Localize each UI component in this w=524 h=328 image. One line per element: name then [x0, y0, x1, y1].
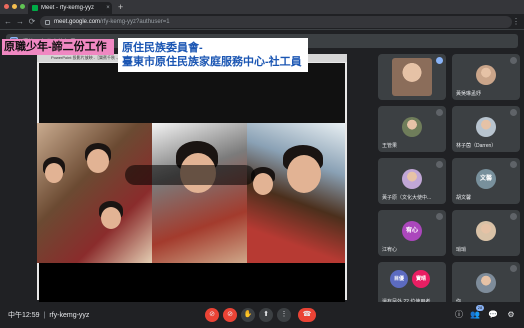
slide-controls-overlay[interactable] — [125, 165, 255, 185]
new-tab-button[interactable]: + — [118, 2, 123, 13]
avatar — [476, 65, 496, 85]
avatar: 宥心 — [402, 221, 422, 241]
raise-hand-button[interactable]: ✋ — [241, 308, 255, 322]
mic-off-icon — [510, 57, 517, 64]
avatar — [402, 117, 422, 137]
tab-close-icon[interactable]: × — [104, 5, 112, 11]
leave-call-button[interactable]: ☎ — [298, 308, 316, 322]
window-controls[interactable] — [4, 4, 25, 9]
maximize-window-icon[interactable] — [20, 4, 25, 9]
browser-tab[interactable]: Meet - rfy-kemg-yyz × — [28, 2, 112, 14]
mic-off-icon — [510, 109, 517, 116]
avatar — [476, 221, 496, 241]
participant-name: 黃吳琳孟妤 — [456, 91, 482, 97]
slide-photo-left — [37, 123, 153, 263]
present-now-button[interactable]: ⬆ — [259, 308, 273, 322]
mic-off-icon — [436, 213, 443, 220]
mic-toggle-button[interactable]: ⊘ — [205, 308, 219, 322]
avatar — [402, 169, 422, 189]
mic-off-icon — [436, 109, 443, 116]
lock-icon — [45, 19, 50, 25]
avatar — [476, 117, 496, 137]
url-path: /rfy-kemg-yyz?authuser=1 — [100, 19, 170, 25]
slide-right-title-line2: 臺東市原住民族家庭服務中心-社工員 — [122, 56, 302, 68]
meet-favicon-icon — [32, 5, 38, 11]
participant-name: 琑琑 — [456, 247, 467, 253]
slide-photo-right — [247, 123, 345, 263]
tab-title: Meet - rfy-kemg-yyz — [41, 5, 95, 11]
speaking-indicator-icon — [436, 57, 443, 64]
minimize-window-icon[interactable] — [12, 4, 17, 9]
person-face — [101, 207, 121, 229]
participant-tile[interactable]: 文馨 胡文馨 — [452, 158, 520, 204]
avatar — [476, 273, 496, 293]
participant-tile[interactable]: 宥心 江宥心 — [378, 210, 446, 256]
mic-off-icon — [510, 213, 517, 220]
mic-off-icon — [510, 161, 517, 168]
more-options-button[interactable]: ⋮ — [277, 308, 291, 322]
participant-tile[interactable]: 黃吳琳孟妤 — [452, 54, 520, 100]
participant-name: 胡文馨 — [456, 195, 472, 201]
participant-name: 江宥心 — [382, 247, 398, 253]
participant-name: 林子茵（Darren） — [456, 143, 497, 149]
camera-toggle-button[interactable]: ⊘ — [223, 308, 237, 322]
participant-tile[interactable]: 王管果 — [378, 106, 446, 152]
participant-tile[interactable]: 黃子原（文化大使中... — [378, 158, 446, 204]
participant-name: 王管果 — [382, 143, 398, 149]
mic-off-icon — [510, 265, 517, 272]
forward-button[interactable]: → — [14, 16, 26, 28]
chat-button[interactable]: 💬 — [486, 308, 500, 322]
back-button[interactable]: ← — [2, 16, 14, 28]
meeting-control-bar: 中午12:59 | rfy-kemg-yyz ⊘ ⊘ ✋ ⬆ ⋮ ☎ ⓘ 👥 28 💬… — [0, 302, 524, 328]
slide-right-title: 原住民族委員會- 臺東市原住民族家庭服務中心-社工員 — [118, 38, 308, 72]
address-bar[interactable]: meet.google.com/rfy-kemg-yyz?authuser=1 — [40, 16, 512, 28]
reload-button[interactable]: ⟳ — [26, 16, 38, 28]
people-icon: 👥 — [470, 310, 480, 319]
avatar: 目優 — [390, 270, 408, 288]
mic-off-icon — [436, 161, 443, 168]
slide-controls — [37, 165, 343, 185]
people-count-badge: 28 — [476, 305, 484, 311]
avatar: 寶晴 — [412, 270, 430, 288]
url-text: meet.google.com/rfy-kemg-yyz?authuser=1 — [54, 19, 170, 25]
browser-menu-button[interactable]: ⋮ — [512, 16, 520, 28]
participant-tile[interactable]: 林子茵（Darren） — [452, 106, 520, 152]
participant-tile[interactable]: 琑琑 — [452, 210, 520, 256]
meeting-clock: 中午12:59 | rfy-kemg-yyz — [8, 310, 89, 320]
participant-tile[interactable] — [378, 54, 446, 100]
people-button[interactable]: 👥 28 — [468, 305, 484, 322]
meeting-code: rfy-kemg-yyz — [49, 312, 90, 319]
current-time: 中午12:59 — [8, 312, 40, 319]
url-host: meet.google.com — [54, 19, 101, 25]
slide-left-title: 原職少年-諦二份工作 — [2, 39, 114, 55]
participant-grid: 黃吳琳孟妤 王管果 林子茵（Darren） 黃子原（文化大使中... 文馨 胡文… — [378, 54, 520, 308]
participant-name: 黃子原（文化大使中... — [382, 195, 432, 201]
close-window-icon[interactable] — [4, 4, 9, 9]
slide-photo-middle — [152, 123, 248, 263]
clock-separator: | — [43, 312, 46, 319]
avatar: 文馨 — [476, 169, 496, 189]
browser-address-row: ← → ⟳ meet.google.com/rfy-kemg-yyz?authu… — [0, 14, 524, 30]
meeting-info-button[interactable]: ⓘ — [452, 308, 466, 322]
activities-button[interactable]: ⚙ — [504, 308, 518, 322]
browser-tab-bar: Meet - rfy-kemg-yyz × + — [0, 0, 524, 14]
participant-video — [392, 58, 432, 96]
slide-right-title-line1: 原住民族委員會- — [122, 42, 203, 54]
